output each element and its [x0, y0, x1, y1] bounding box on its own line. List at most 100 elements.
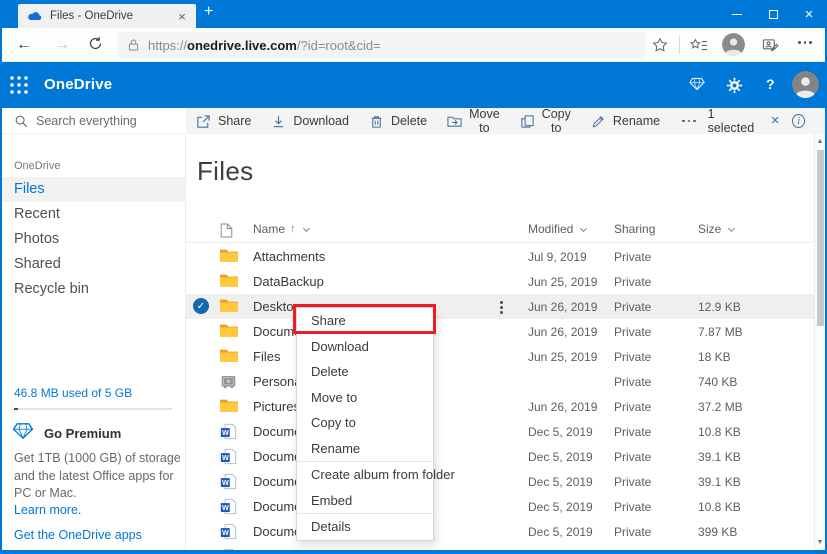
get-apps-link[interactable]: Get the OneDrive apps	[14, 528, 142, 542]
minimize-button[interactable]	[719, 0, 755, 28]
window-border-bottom	[0, 550, 827, 554]
menu-item-details[interactable]: Details	[297, 514, 433, 540]
menu-item-download[interactable]: Download	[297, 334, 433, 360]
maximize-button[interactable]	[755, 0, 791, 28]
file-name[interactable]: Pictures	[253, 399, 300, 414]
storage-usage-link[interactable]: 46.8 MB used of 5 GB	[14, 386, 132, 400]
menu-item-embed[interactable]: Embed	[297, 488, 433, 514]
file-name[interactable]: DataBackup	[253, 274, 324, 289]
tab-close-icon[interactable]: ×	[174, 9, 190, 24]
file-row[interactable]: W Docume... Dec 5, 2019 Private 10.8 KB	[186, 494, 815, 519]
go-premium-button[interactable]: Go Premium	[12, 422, 121, 445]
command-share-button[interactable]: Share	[186, 108, 261, 134]
sidebar-nav: Files Recent Photos Shared Recycle bin	[0, 177, 185, 302]
forward-button[interactable]: →	[54, 34, 70, 56]
file-row[interactable]: Files Jun 25, 2019 Private 18 KB	[186, 344, 815, 369]
menu-item-share[interactable]: Share	[297, 308, 433, 334]
titlebar: Files - OneDrive × + ×	[0, 0, 827, 28]
sidebar-item-recent[interactable]: Recent	[0, 202, 185, 227]
file-row[interactable]: ✓ Desktop Jun 26, 2019 Private 12.9 KB	[186, 294, 815, 319]
file-size: 12.9 KB	[698, 300, 741, 314]
file-row[interactable]: W Docume... Dec 5, 2019 Private 39.1 KB	[186, 444, 815, 469]
menu-item-move-to[interactable]: Move to	[297, 385, 433, 411]
file-size: 10.8 KB	[698, 500, 741, 514]
command-label: Move to	[469, 107, 500, 135]
copy-icon	[520, 114, 535, 129]
command-delete-button[interactable]: Delete	[359, 108, 437, 134]
sidebar-item-photos[interactable]: Photos	[0, 227, 185, 252]
file-row[interactable]: DataBackup Jun 25, 2019 Private	[186, 269, 815, 294]
file-size: 18 KB	[698, 350, 731, 364]
selected-check-icon: ✓	[193, 298, 209, 314]
svg-text:W: W	[222, 528, 229, 537]
file-row[interactable]: Pictures Jun 26, 2019 Private 37.2 MB	[186, 394, 815, 419]
settings-gear-icon[interactable]	[726, 77, 743, 94]
file-row[interactable]: Personal... Private 740 KB	[186, 369, 815, 394]
close-button[interactable]: ×	[791, 0, 827, 28]
refresh-button[interactable]	[88, 36, 103, 58]
file-name[interactable]: Desktop	[253, 299, 301, 314]
feedback-icon[interactable]	[761, 36, 779, 54]
info-icon[interactable]: i	[792, 114, 805, 128]
more-commands-icon[interactable]	[670, 119, 708, 123]
column-header-modified[interactable]: Modified	[528, 222, 588, 236]
scroll-down-icon[interactable]: ▼	[815, 539, 825, 546]
browser-menu-icon[interactable]	[798, 41, 812, 44]
page-title: Files	[197, 156, 254, 186]
file-modified: Dec 5, 2019	[528, 525, 593, 539]
account-avatar[interactable]	[792, 71, 819, 98]
file-row[interactable]: W Docume... Dec 5, 2019 Private 399 KB	[186, 519, 815, 544]
clear-selection-icon[interactable]: ×	[771, 113, 780, 128]
file-row[interactable]: W Docume... Dec 5, 2019 Private 39.1 KB	[186, 469, 815, 494]
command-download-button[interactable]: Download	[261, 108, 359, 134]
file-row[interactable]: Docume... Jun 26, 2019 Private 7.87 MB	[186, 319, 815, 344]
search-input[interactable]	[36, 113, 166, 128]
selection-area: 1 selected × i	[708, 107, 805, 135]
back-button[interactable]: ←	[16, 34, 32, 56]
sidebar-item-recycle-bin[interactable]: Recycle bin	[0, 277, 185, 302]
search-box[interactable]	[0, 108, 186, 134]
svg-text:W: W	[222, 453, 229, 462]
app-launcher-icon[interactable]	[9, 75, 31, 95]
maximize-icon	[768, 9, 778, 19]
file-size: 39.1 KB	[698, 475, 741, 489]
browser-tab[interactable]: Files - OneDrive ×	[18, 4, 196, 28]
file-row[interactable]: W Docume... Dec 5, 2019 Private 10.8 KB	[186, 419, 815, 444]
favorites-hub-icon[interactable]	[690, 36, 708, 54]
file-name[interactable]: Attachments	[253, 249, 325, 264]
files-view: Files Name ↑ Modified Sharing Size Attach…	[186, 134, 815, 550]
new-tab-button[interactable]: +	[204, 3, 213, 21]
onedrive-cloud-icon	[27, 10, 43, 22]
column-header-size[interactable]: Size	[698, 222, 736, 236]
sidebar-item-files[interactable]: Files	[0, 177, 185, 202]
document-type-column-icon[interactable]	[220, 223, 233, 238]
column-header-sharing[interactable]: Sharing	[614, 222, 655, 236]
scrollbar-thumb[interactable]	[817, 150, 824, 326]
file-name[interactable]: Files	[253, 349, 280, 364]
scrollbar[interactable]: ▲ ▼	[814, 134, 825, 550]
scroll-up-icon[interactable]: ▲	[815, 138, 825, 145]
sidebar-item-shared[interactable]: Shared	[0, 252, 185, 277]
tab-title: Files - OneDrive	[50, 10, 134, 22]
address-bar[interactable]: https://onedrive.live.com/?id=root&cid=	[118, 32, 645, 58]
premium-diamond-icon[interactable]	[689, 77, 705, 91]
file-row[interactable]: Attachments Jul 9, 2019 Private	[186, 244, 815, 269]
command-move-to-button[interactable]: Move to	[437, 107, 510, 135]
menu-item-create-album-from-folder[interactable]: Create album from folder	[297, 462, 455, 488]
menu-item-delete[interactable]: Delete	[297, 359, 433, 385]
file-size: 399 KB	[698, 525, 738, 539]
add-favorite-star-icon[interactable]	[651, 36, 669, 54]
browser-toolbar: ← → https://onedrive.live.com/?id=root&c…	[0, 28, 827, 62]
command-copy-to-button[interactable]: Copy to	[510, 107, 581, 135]
menu-item-rename[interactable]: Rename	[297, 436, 433, 462]
word-icon: W	[220, 423, 237, 440]
learn-more-link[interactable]: Learn more.	[14, 503, 81, 517]
more-options-icon[interactable]	[494, 299, 509, 316]
menu-item-copy-to[interactable]: Copy to	[297, 410, 433, 436]
command-rename-button[interactable]: Rename	[581, 108, 670, 134]
command-label: Rename	[612, 114, 661, 128]
column-header-name[interactable]: Name ↑	[253, 222, 310, 236]
file-sharing: Private	[614, 375, 652, 389]
browser-profile-avatar[interactable]	[722, 33, 745, 56]
help-icon[interactable]: ?	[766, 76, 775, 92]
